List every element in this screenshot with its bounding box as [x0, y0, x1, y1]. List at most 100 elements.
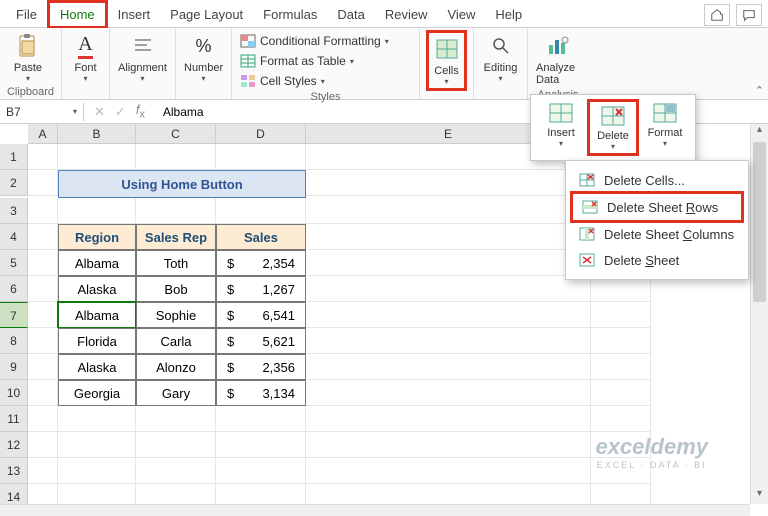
row-header-11[interactable]: 11 — [0, 406, 28, 432]
table-header-rep[interactable]: Sales Rep — [136, 224, 216, 250]
horizontal-scrollbar[interactable] — [0, 504, 750, 516]
format-icon — [651, 101, 679, 125]
search-icon — [487, 32, 515, 60]
clipboard-group-label: Clipboard — [6, 85, 55, 98]
delete-sheet-label: Delete Sheet — [604, 253, 679, 268]
font-icon: A — [72, 32, 100, 60]
cell-rep[interactable]: Gary — [136, 380, 216, 406]
group-analysis: Analyze Data Analysis — [528, 28, 588, 99]
group-editing: Editing▾ — [474, 28, 528, 99]
row-header-8[interactable]: 8 — [0, 328, 28, 354]
delete-cells-button[interactable]: Delete▾ — [587, 99, 639, 156]
col-header-C[interactable]: C — [136, 124, 216, 144]
insert-icon — [547, 101, 575, 125]
cell-sales[interactable]: $5,621 — [216, 328, 306, 354]
cell-styles-button[interactable]: Cell Styles▾ — [238, 72, 391, 90]
row-header-12[interactable]: 12 — [0, 432, 28, 458]
group-styles: Conditional Formatting▾ Format as Table▾… — [232, 28, 420, 99]
delete-sheet-rows-menu-item[interactable]: Delete Sheet Rows — [570, 191, 744, 223]
font-button[interactable]: A Font▾ — [68, 30, 103, 85]
col-header-B[interactable]: B — [58, 124, 136, 144]
delete-sheet-menu-item[interactable]: Delete Sheet — [570, 247, 744, 273]
delete-sheet-icon — [578, 252, 596, 268]
col-header-A[interactable]: A — [28, 124, 58, 144]
row-header-2[interactable]: 2 — [0, 170, 28, 196]
tab-home[interactable]: Home — [47, 0, 108, 29]
tab-page-layout[interactable]: Page Layout — [160, 3, 253, 26]
collapse-ribbon-icon[interactable]: ⌃ — [755, 84, 764, 97]
number-button[interactable]: % Number▾ — [182, 30, 225, 85]
cells-dropdown: Insert▾ Delete▾ Format▾ — [530, 94, 696, 161]
chart-icon — [544, 32, 572, 60]
insert-cells-button[interactable]: Insert▾ — [535, 99, 587, 156]
delete-sheet-columns-menu-item[interactable]: Delete Sheet Columns — [570, 221, 744, 247]
row-header-4[interactable]: 4 — [0, 224, 28, 250]
cell-rep[interactable]: Toth — [136, 250, 216, 276]
tab-data[interactable]: Data — [327, 3, 374, 26]
cell-sales[interactable]: $6,541 — [216, 302, 306, 328]
format-cells-button[interactable]: Format▾ — [639, 99, 691, 156]
cell-sales[interactable]: $3,134 — [216, 380, 306, 406]
banner-title: Using Home Button — [58, 170, 306, 198]
row-header-1[interactable]: 1 — [0, 144, 28, 170]
cell-region[interactable]: Alaska — [58, 354, 136, 380]
cell-region[interactable]: Albama — [58, 302, 136, 328]
cell-rep[interactable]: Sophie — [136, 302, 216, 328]
cell-region[interactable]: Alaska — [58, 276, 136, 302]
fx-icon[interactable]: fx — [136, 102, 145, 121]
group-number: % Number▾ — [176, 28, 232, 99]
name-box[interactable]: B7▾ — [0, 103, 84, 121]
row-header-6[interactable]: 6 — [0, 276, 28, 302]
delete-cols-label: Delete Sheet Columns — [604, 227, 734, 242]
paste-label: Paste — [14, 62, 42, 74]
cell-sales[interactable]: $2,356 — [216, 354, 306, 380]
cells-icon — [433, 35, 461, 63]
cell-styles-icon — [240, 73, 256, 89]
table-header-region[interactable]: Region — [58, 224, 136, 250]
table-header-sales[interactable]: Sales — [216, 224, 306, 250]
cond-format-icon — [240, 33, 256, 49]
comments-icon[interactable] — [736, 4, 762, 26]
number-label: Number — [184, 62, 223, 74]
cell-sales[interactable]: $1,267 — [216, 276, 306, 302]
cell-region[interactable]: Georgia — [58, 380, 136, 406]
editing-button[interactable]: Editing▾ — [480, 30, 521, 85]
tab-file[interactable]: File — [6, 3, 47, 26]
delete-cells-icon — [578, 172, 596, 188]
alignment-label: Alignment — [118, 62, 167, 74]
enter-icon[interactable]: ✓ — [115, 104, 126, 120]
row-header-3[interactable]: 3 — [0, 198, 28, 224]
analyze-data-button[interactable]: Analyze Data — [534, 30, 582, 88]
tab-help[interactable]: Help — [485, 3, 532, 26]
cell-rep[interactable]: Bob — [136, 276, 216, 302]
tab-formulas[interactable]: Formulas — [253, 3, 327, 26]
conditional-formatting-button[interactable]: Conditional Formatting▾ — [238, 32, 391, 50]
cells-button[interactable]: Cells▾ — [426, 30, 467, 91]
share-icon[interactable] — [704, 4, 730, 26]
tab-review[interactable]: Review — [375, 3, 438, 26]
format-as-table-button[interactable]: Format as Table▾ — [238, 52, 391, 70]
paste-button[interactable]: Paste ▾ — [6, 30, 50, 85]
cancel-icon[interactable]: ✕ — [94, 104, 105, 120]
cell-region[interactable]: Albama — [58, 250, 136, 276]
delete-cells-menu-item[interactable]: Delete Cells... — [570, 167, 744, 193]
row-header-10[interactable]: 10 — [0, 380, 28, 406]
font-label: Font — [74, 62, 96, 74]
styles-label: Styles — [238, 90, 413, 103]
group-cells: Cells▾ — [420, 28, 474, 99]
row-header-5[interactable]: 5 — [0, 250, 28, 276]
delete-rows-icon — [581, 199, 599, 215]
cell-rep[interactable]: Alonzo — [136, 354, 216, 380]
tab-insert[interactable]: Insert — [108, 3, 161, 26]
cell-sales[interactable]: $2,354 — [216, 250, 306, 276]
col-header-D[interactable]: D — [216, 124, 306, 144]
cell-rep[interactable]: Carla — [136, 328, 216, 354]
row-header-9[interactable]: 9 — [0, 354, 28, 380]
chevron-down-icon: ▾ — [26, 74, 30, 83]
tab-view[interactable]: View — [437, 3, 485, 26]
vertical-scrollbar[interactable]: ▴▾ — [750, 124, 768, 504]
cell-region[interactable]: Florida — [58, 328, 136, 354]
row-header-7[interactable]: 7 — [0, 302, 28, 328]
row-header-13[interactable]: 13 — [0, 458, 28, 484]
alignment-button[interactable]: Alignment▾ — [116, 30, 169, 85]
